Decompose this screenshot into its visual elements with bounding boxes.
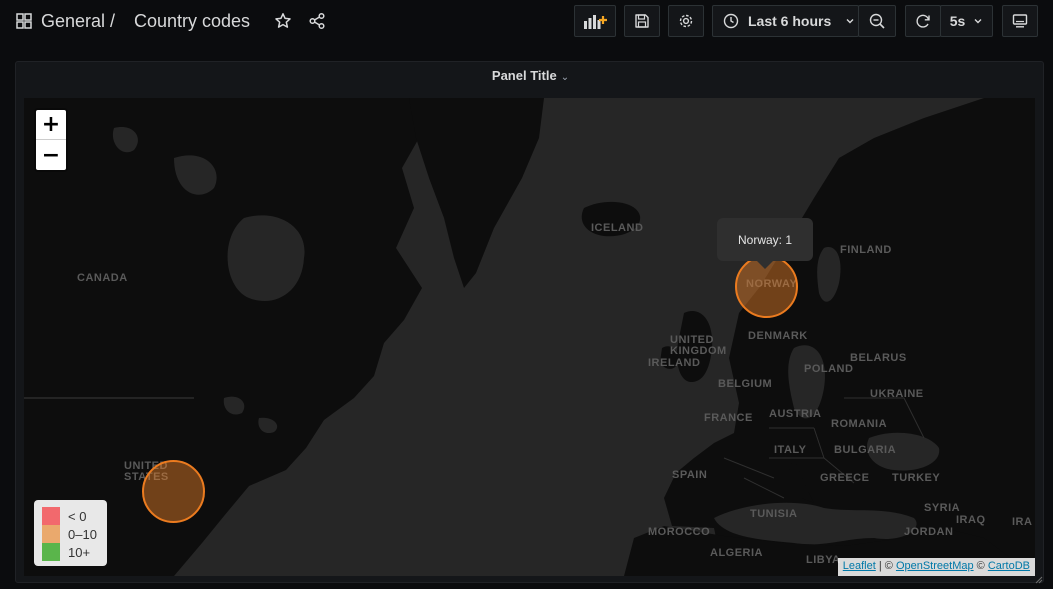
refresh-button[interactable] [905, 5, 941, 37]
map-label-algeria: ALGERIA [710, 547, 763, 559]
legend-swatch [42, 507, 60, 525]
legend-item: < 0 [42, 507, 107, 525]
zoom-out-button[interactable]: − [36, 140, 66, 170]
time-range-picker[interactable]: Last 6 hours [712, 5, 859, 37]
tv-icon [1012, 14, 1028, 28]
time-range-label: Last 6 hours [748, 13, 832, 29]
map-label-iceland: ICELAND [591, 222, 644, 234]
zoom-in-button[interactable]: + [36, 110, 66, 140]
legend-item: 0–10 [42, 525, 107, 543]
legend-item: 10+ [42, 543, 107, 561]
world-map[interactable]: CANADA UNITED STATES ICELAND FINLAND NOR… [24, 98, 1035, 576]
add-panel-button[interactable] [574, 5, 616, 37]
map-label-belarus: BELARUS [850, 352, 907, 364]
map-label-united-kingdom: UNITED KINGDOM [670, 334, 727, 357]
map-label-italy: ITALY [774, 444, 807, 456]
panel-resize-handle-icon[interactable] [1035, 576, 1043, 584]
dashboard-title[interactable]: Country codes [134, 8, 250, 34]
legend-label: 0–10 [68, 526, 97, 542]
attribution-separator: © [973, 560, 988, 572]
map-label-finland: FINLAND [840, 244, 892, 256]
share-icon[interactable] [308, 12, 326, 30]
map-label-romania: ROMANIA [831, 418, 888, 430]
map-label-ira: IRA [1012, 516, 1033, 528]
map-label-ireland: IRELAND [648, 357, 701, 369]
map-marker-united-states[interactable] [142, 460, 205, 523]
leaflet-link[interactable]: Leaflet [843, 560, 876, 572]
map-attribution: Leaflet | © OpenStreetMap © CartoDB [837, 558, 1035, 576]
refresh-interval-label: 5s [949, 13, 966, 29]
map-label-turkey: TURKEY [892, 472, 941, 484]
breadcrumb-separator: / [110, 10, 116, 31]
legend-swatch [42, 525, 60, 543]
map-label-denmark: DENMARK [748, 330, 808, 342]
map-label-belgium: BELGIUM [718, 378, 773, 390]
refresh-interval-picker[interactable]: 5s [940, 5, 993, 37]
zoom-out-icon [869, 13, 885, 29]
panel-title[interactable]: Panel Title [492, 68, 557, 83]
map-label-austria: AUSTRIA [769, 408, 822, 420]
chevron-down-icon [846, 19, 854, 24]
save-dashboard-button[interactable] [624, 5, 660, 37]
map-label-tunisia: TUNISIA [750, 508, 798, 520]
breadcrumb-folder[interactable]: General [41, 8, 105, 34]
map-label-iraq: IRAQ [956, 514, 986, 526]
chevron-down-icon [974, 19, 982, 24]
map-label-jordan: JORDAN [904, 526, 954, 538]
settings-icon [679, 14, 693, 28]
map-label-syria: SYRIA [924, 502, 961, 514]
map-label-bulgaria: BULGARIA [834, 444, 897, 456]
cartodb-link[interactable]: CartoDB [988, 560, 1030, 572]
add-panel-icon [584, 15, 607, 29]
panel-header[interactable]: Panel Title ⌄ [16, 68, 1045, 83]
map-label-france: FRANCE [704, 412, 753, 424]
map-label-morocco: MOROCCO [648, 526, 711, 538]
legend-swatch [42, 543, 60, 561]
chevron-down-icon: ⌄ [560, 72, 570, 83]
zoom-control: + − [36, 110, 66, 170]
map-label-canada: CANADA [77, 272, 128, 284]
marker-tooltip: Norway: 1 [717, 218, 813, 269]
save-icon [635, 14, 649, 28]
map-legend: < 0 0–10 10+ [34, 500, 107, 566]
legend-label: 10+ [68, 544, 91, 560]
dashboard-settings-button[interactable] [668, 5, 704, 37]
map-label-ukraine: UKRAINE [870, 388, 924, 400]
dashboards-grid-icon[interactable] [16, 13, 32, 29]
legend-label: < 0 [68, 508, 87, 524]
openstreetmap-link[interactable]: OpenStreetMap [896, 560, 974, 572]
map-label-greece: GREECE [820, 472, 870, 484]
view-mode-button[interactable] [1002, 5, 1038, 37]
zoom-out-time-button[interactable] [858, 5, 896, 37]
map-label-libya: LIBYA [806, 554, 841, 566]
map-label-spain: SPAIN [672, 469, 708, 481]
top-navbar: General / Country codes Last 6 hours 5s [0, 0, 1053, 44]
refresh-icon [916, 14, 930, 28]
map-label-poland: POLAND [804, 363, 854, 375]
clock-icon [723, 13, 739, 29]
attribution-separator: | © [875, 560, 896, 572]
star-icon[interactable] [274, 12, 292, 30]
